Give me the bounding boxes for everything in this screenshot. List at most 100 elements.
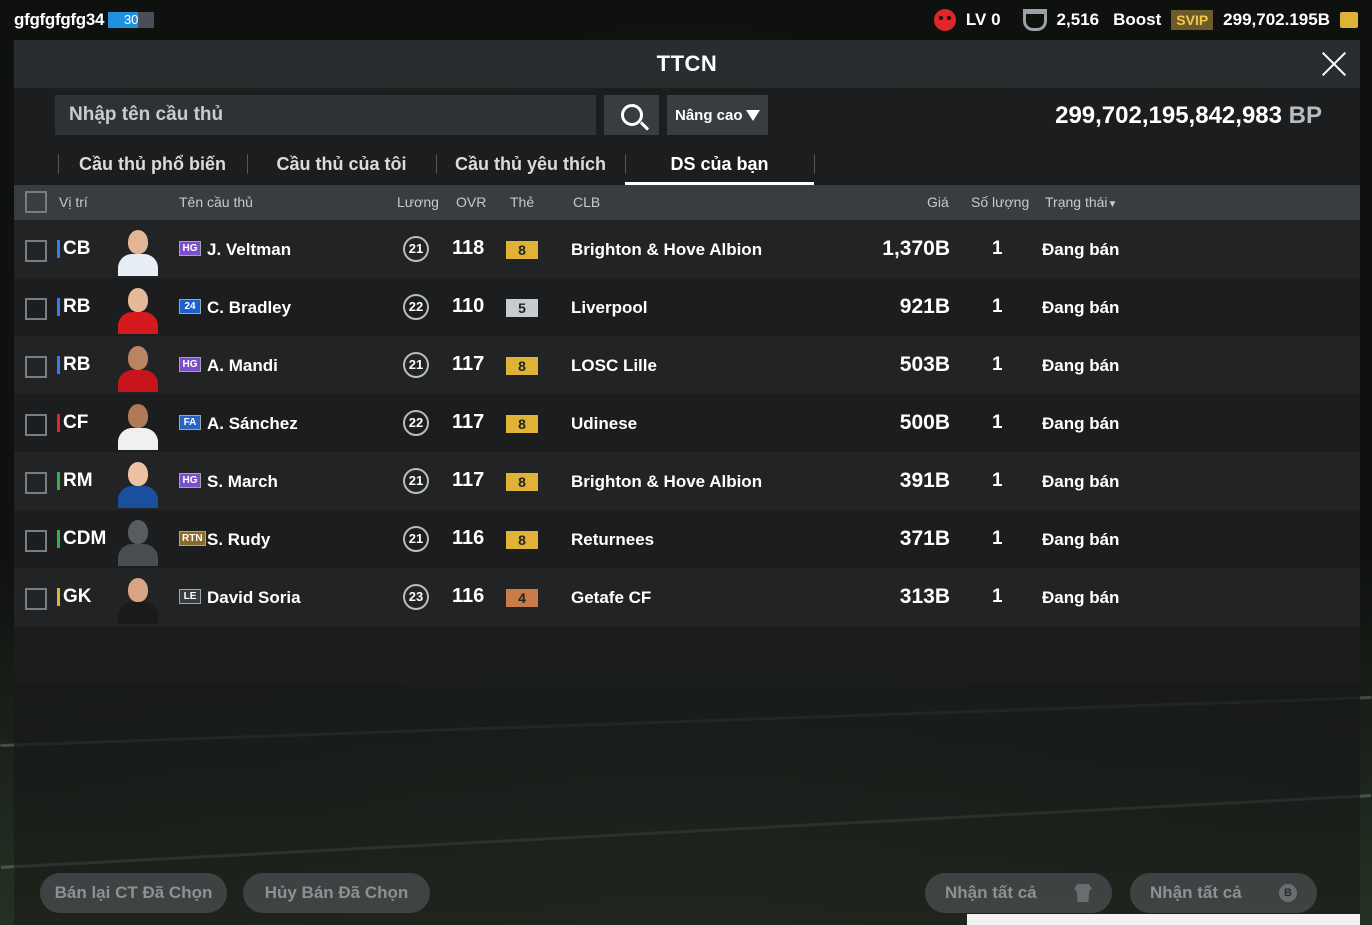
player-name[interactable]: S. March xyxy=(207,472,278,492)
tab-divider xyxy=(814,154,815,174)
listing-status: Đang bán xyxy=(1042,472,1120,491)
level-badge-text: 30 xyxy=(123,12,139,27)
player-avatar xyxy=(114,398,162,450)
col-position[interactable]: Vị trí xyxy=(59,194,88,210)
resell-selected-button[interactable]: Bán lại CT Đã Chọn xyxy=(40,873,227,913)
upgrade-grade-badge: 8 xyxy=(506,531,538,549)
player-kit xyxy=(118,254,158,276)
claim-all-bp-label: Nhận tất cả xyxy=(1150,883,1242,902)
player-wage: 22 xyxy=(403,410,429,436)
svip-badge[interactable]: SVIP xyxy=(1171,10,1214,30)
bp-amount: 299,702,195,842,983 xyxy=(1055,102,1282,129)
cup-count: 2,516 xyxy=(1056,10,1100,29)
table-header: Vị trí Tên cầu thủ Lương OVR Thẻ CLB Giá… xyxy=(14,185,1360,220)
upgrade-grade-badge: 4 xyxy=(506,589,538,607)
select-all-checkbox[interactable] xyxy=(25,191,47,213)
player-list: CB HG J. Veltman 21 118 8 Brighton & Hov… xyxy=(14,220,1360,684)
sort-down-icon: ▼ xyxy=(1107,199,1118,210)
col-club[interactable]: CLB xyxy=(573,194,600,210)
col-quantity[interactable]: Số lượng xyxy=(971,194,1029,210)
player-name[interactable]: David Soria xyxy=(207,588,301,608)
cancel-selected-button[interactable]: Hủy Bán Đã Chọn xyxy=(243,873,430,913)
player-name[interactable]: A. Sánchez xyxy=(207,414,298,434)
player-position: RB xyxy=(57,296,90,318)
table-row[interactable]: CB HG J. Veltman 21 118 8 Brighton & Hov… xyxy=(14,220,1360,278)
season-badge: HG xyxy=(179,241,201,256)
player-head xyxy=(128,288,148,312)
listing-status: Đang bán xyxy=(1042,588,1120,607)
player-kit xyxy=(118,312,158,334)
col-grade[interactable]: Thẻ xyxy=(510,194,534,210)
top-bar: gfgfgfgfg34 30 LV 0 2,516 Boost SVIP 299… xyxy=(0,0,1372,40)
bp-balance: 299,702,195,842,983 BP xyxy=(1055,102,1322,130)
player-quantity: 1 xyxy=(992,238,1003,259)
player-head xyxy=(128,404,148,428)
player-ovr: 116 xyxy=(452,527,485,549)
table-row[interactable]: RB 24 C. Bradley 22 110 5 Liverpool 921B… xyxy=(14,278,1360,336)
player-club: Udinese xyxy=(571,414,638,433)
row-checkbox[interactable] xyxy=(25,298,47,320)
row-checkbox[interactable] xyxy=(25,530,47,552)
season-badge: 24 xyxy=(179,299,201,314)
table-row[interactable]: RM HG S. March 21 117 8 Brighton & Hove … xyxy=(14,452,1360,510)
tab-favorite-players[interactable]: Cầu thủ yêu thích xyxy=(436,144,625,184)
player-kit xyxy=(118,486,158,508)
coin-balance: 299,702.195B xyxy=(1223,10,1330,29)
tab-my-players[interactable]: Cầu thủ của tôi xyxy=(247,144,436,184)
player-position: GK xyxy=(57,586,92,608)
player-search-input[interactable] xyxy=(55,95,596,135)
advanced-filter-dropdown[interactable]: Nâng cao xyxy=(667,95,768,135)
player-quantity: 1 xyxy=(992,470,1003,491)
player-price: 503B xyxy=(899,353,950,376)
row-checkbox[interactable] xyxy=(25,356,47,378)
player-position: CB xyxy=(57,238,90,260)
close-icon[interactable] xyxy=(1320,50,1348,78)
row-checkbox[interactable] xyxy=(25,588,47,610)
player-name[interactable]: J. Veltman xyxy=(207,240,291,260)
player-wage: 21 xyxy=(403,352,429,378)
tab-popular-players[interactable]: Cầu thủ phổ biến xyxy=(58,144,247,184)
bp-coin-icon: B xyxy=(1279,884,1297,902)
player-kit xyxy=(118,602,158,624)
player-price: 921B xyxy=(899,295,950,318)
player-name[interactable]: C. Bradley xyxy=(207,298,291,318)
player-avatar xyxy=(114,514,162,566)
player-head xyxy=(128,346,148,370)
col-wage[interactable]: Lương xyxy=(397,194,439,210)
player-name[interactable]: A. Mandi xyxy=(207,356,278,376)
tab-my-listings[interactable]: DS của bạn xyxy=(625,144,814,185)
player-ovr: 116 xyxy=(452,585,485,607)
player-club: LOSC Lille xyxy=(571,356,657,375)
player-avatar xyxy=(114,282,162,334)
col-ovr[interactable]: OVR xyxy=(456,194,486,210)
player-avatar xyxy=(114,340,162,392)
player-price: 391B xyxy=(899,469,950,492)
player-kit xyxy=(118,544,158,566)
table-row[interactable]: CDM RTN S. Rudy 21 116 8 Returnees 371B … xyxy=(14,510,1360,568)
lv-label: LV 0 xyxy=(965,10,1001,29)
player-head xyxy=(128,520,148,544)
player-kit xyxy=(118,370,158,392)
table-row[interactable]: CF FA A. Sánchez 22 117 8 Udinese 500B 1… xyxy=(14,394,1360,452)
table-row[interactable]: RB HG A. Mandi 21 117 8 LOSC Lille 503B … xyxy=(14,336,1360,394)
search-button[interactable] xyxy=(604,95,659,135)
col-price[interactable]: Giá xyxy=(927,194,949,210)
player-name[interactable]: S. Rudy xyxy=(207,530,270,550)
player-price: 500B xyxy=(899,411,950,434)
username: gfgfgfgfg34 xyxy=(14,10,105,29)
listing-status: Đang bán xyxy=(1042,240,1120,259)
row-checkbox[interactable] xyxy=(25,414,47,436)
col-status[interactable]: Trạng thái▼ xyxy=(1045,194,1117,210)
boost-label: Boost xyxy=(1113,10,1162,29)
season-badge: FA xyxy=(179,415,201,430)
col-name[interactable]: Tên cầu thủ xyxy=(179,194,253,210)
claim-all-players-button[interactable]: Nhận tất cả xyxy=(925,873,1112,913)
table-row[interactable]: GK LE David Soria 23 116 4 Getafe CF 313… xyxy=(14,568,1360,626)
player-ovr: 117 xyxy=(452,411,485,433)
player-price: 371B xyxy=(899,527,950,550)
row-checkbox[interactable] xyxy=(25,472,47,494)
claim-all-bp-button[interactable]: Nhận tất cả B xyxy=(1130,873,1317,913)
listing-status: Đang bán xyxy=(1042,298,1120,317)
row-checkbox[interactable] xyxy=(25,240,47,262)
tab-bar: Cầu thủ phổ biến Cầu thủ của tôi Cầu thủ… xyxy=(58,144,815,185)
